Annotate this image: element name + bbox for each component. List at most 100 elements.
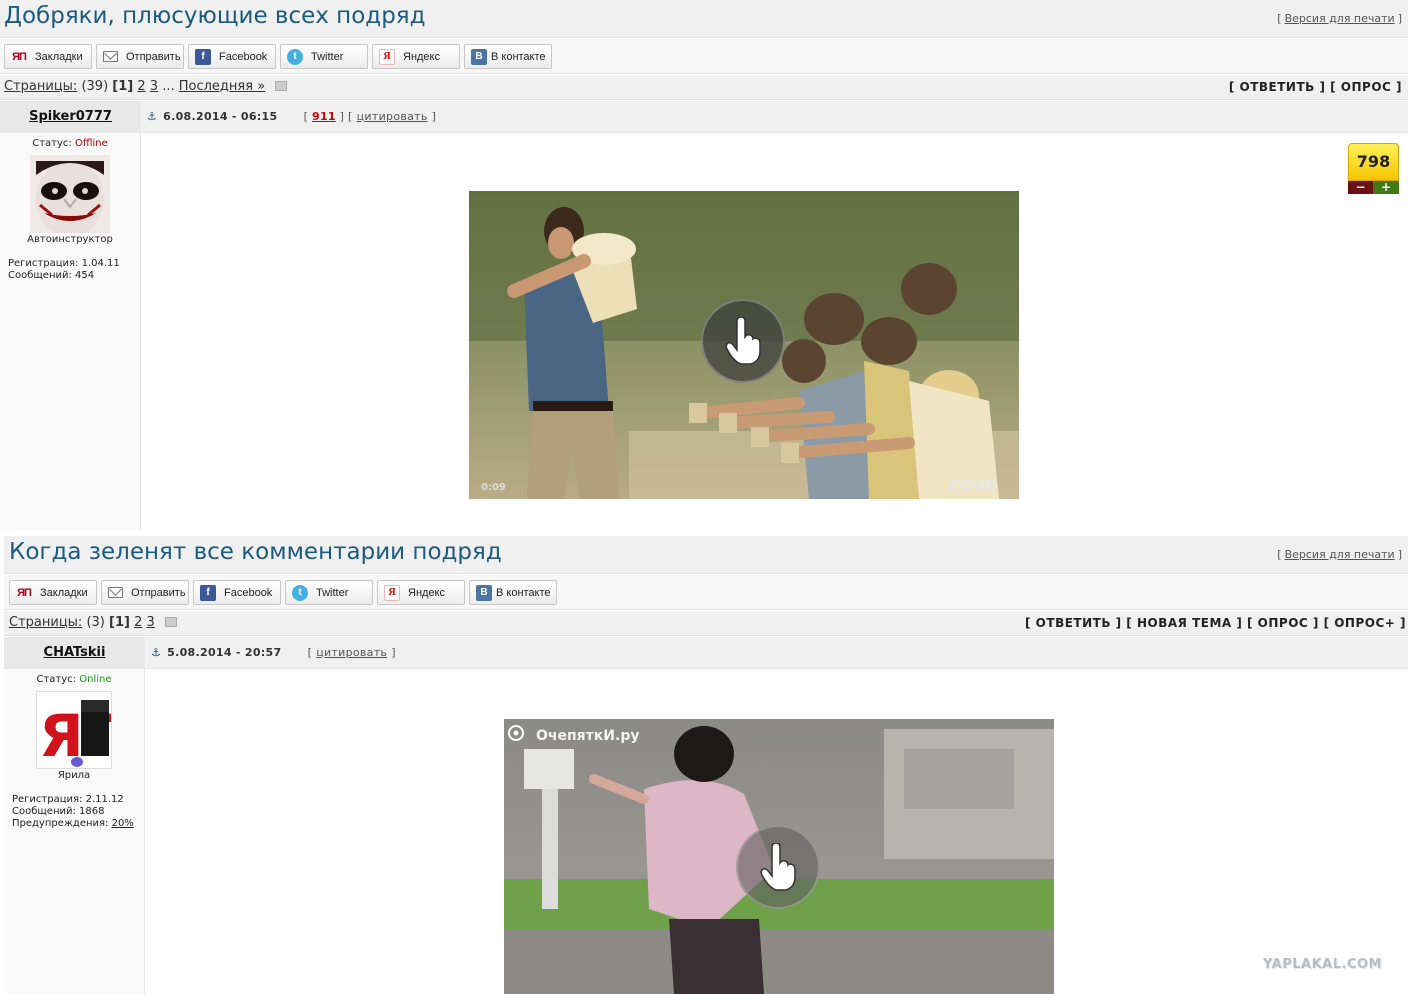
status-label: Статус: <box>36 674 77 685</box>
video-player-2[interactable]: ОчепяткИ.ру <box>504 719 1054 994</box>
author-messages: Сообщений: 1868 <box>12 806 105 817</box>
hand-pointer-icon <box>760 843 796 891</box>
share-label: Twitter <box>316 586 349 599</box>
share-label: Закладки <box>35 50 83 63</box>
topic-title: Когда зеленят все комментарии подряд <box>9 539 502 565</box>
print-version-label[interactable]: Версия для печати <box>1285 548 1395 561</box>
author-registration: Регистрация: 2.11.12 <box>12 794 124 805</box>
author-sidebar: Статус: Offline Автоинструктор Регистрац… <box>0 133 141 530</box>
author-name-link[interactable]: CHATskii <box>4 637 145 669</box>
play-button[interactable] <box>736 825 820 909</box>
share-vk-button[interactable]: B В контакте <box>469 580 557 605</box>
pages-label[interactable]: Страницы: <box>4 79 77 94</box>
quote-link[interactable]: цитировать <box>316 646 387 659</box>
post-links: [ 911 ] [цитировать] <box>303 110 437 123</box>
post-date: 5.08.2014 - 20:57 <box>167 646 282 659</box>
status-value: Offline <box>74 138 108 149</box>
page-current: [1] <box>112 79 134 94</box>
status-label: Статус: <box>32 138 72 149</box>
page-link-3[interactable]: 3 <box>150 79 158 94</box>
post-meta: ⚓ 6.08.2014 - 06:15 [ 911 ] [цитировать] <box>147 110 436 123</box>
post-date: 6.08.2014 - 06:15 <box>163 110 278 123</box>
avatar[interactable]: ЯП <box>36 691 112 769</box>
author-name-link[interactable]: Spiker0777 <box>0 101 141 133</box>
print-version-link[interactable]: [Версия для печати] <box>1277 548 1402 561</box>
post-meta: ⚓ 5.08.2014 - 20:57 [цитировать] <box>151 646 396 659</box>
mail-icon <box>108 587 123 598</box>
page-jump-icon[interactable] <box>275 81 288 91</box>
rating-plus-button[interactable]: + <box>1373 181 1399 194</box>
author-status: Статус: Online <box>4 674 144 685</box>
vk-icon: B <box>476 584 492 601</box>
hand-pointer-icon <box>725 317 761 365</box>
share-bookmarks-button[interactable]: ЯП Закладки <box>9 580 97 605</box>
pages-label[interactable]: Страницы: <box>9 615 82 630</box>
pagination-bar: Страницы: (39) [1] 2 3 ... Последняя » [… <box>0 75 1408 100</box>
share-twitter-button[interactable]: t Twitter <box>280 44 368 69</box>
page-link-3[interactable]: 3 <box>147 615 155 630</box>
share-label: В контакте <box>491 50 546 63</box>
topic-title-bar: Добряки, плюсующие всех подряд [Версия д… <box>0 0 1408 38</box>
author-warnings: Предупреждения: 20% <box>12 818 144 830</box>
post-links: [цитировать] <box>307 646 396 659</box>
topic-title-bar: Когда зеленят все комментарии подряд [Ве… <box>4 536 1408 574</box>
video-player-coub[interactable]: 0:09 COUB <box>469 191 1019 499</box>
share-label: Отправить <box>126 50 181 63</box>
share-vk-button[interactable]: B В контакте <box>464 44 552 69</box>
page-jump-icon[interactable] <box>164 617 177 627</box>
topic-block-2: Когда зеленят все комментарии подряд [Ве… <box>4 536 1408 994</box>
rating-value: 798 <box>1348 143 1399 181</box>
pages-count: (39) <box>81 79 109 94</box>
coub-logo: COUB <box>949 477 996 495</box>
rating-minus-button[interactable]: − <box>1348 181 1373 194</box>
post-header: CHATskii ⚓ 5.08.2014 - 20:57 [цитировать] <box>4 637 1408 669</box>
facebook-icon: f <box>200 584 216 601</box>
pagination: Страницы: (3) [1] 2 3 <box>9 615 177 630</box>
share-label: Отправить <box>131 586 186 599</box>
anchor-icon[interactable]: ⚓ <box>151 646 161 659</box>
facebook-icon: f <box>195 48 211 65</box>
video-time: 0:09 <box>481 482 506 493</box>
author-status: Статус: Offline <box>0 138 140 149</box>
site-watermark: YAPLAKAL.COM <box>1263 957 1382 972</box>
play-button[interactable] <box>701 299 785 383</box>
status-value: Online <box>79 674 112 685</box>
share-bookmarks-button[interactable]: ЯП Закладки <box>4 44 92 69</box>
author-stats: Регистрация: 2.11.12 Сообщений: 1868 Пре… <box>12 794 144 830</box>
topic-block-1: Добряки, плюсующие всех подряд [Версия д… <box>0 0 1408 530</box>
post-header: Spiker0777 ⚓ 6.08.2014 - 06:15 [ 911 ] [ц… <box>0 101 1408 133</box>
share-send-button[interactable]: Отправить <box>96 44 184 69</box>
author-sidebar: Статус: Online ЯП Ярила Регистрация: 2.1… <box>4 669 145 994</box>
share-facebook-button[interactable]: f Facebook <box>193 580 281 605</box>
topic-actions[interactable]: [ ОТВЕТИТЬ ] [ НОВАЯ ТЕМА ] [ ОПРОС ] [ … <box>1025 616 1406 630</box>
page-last-link[interactable]: Последняя » <box>179 79 265 94</box>
print-version-label[interactable]: Версия для печати <box>1285 12 1395 25</box>
share-label: Яндекс <box>408 586 445 599</box>
share-label: Закладки <box>40 586 88 599</box>
yp-icon: ЯП <box>12 50 27 63</box>
share-yandex-button[interactable]: Я Яндекс <box>377 580 465 605</box>
post-rating: 798 − + <box>1348 143 1399 197</box>
twitter-icon: t <box>292 584 308 601</box>
post-number-link[interactable]: 911 <box>312 110 336 123</box>
pagination-bar: Страницы: (3) [1] 2 3 [ ОТВЕТИТЬ ] [ НОВ… <box>4 611 1408 636</box>
print-version-link[interactable]: [Версия для печати] <box>1277 12 1402 25</box>
topic-actions[interactable]: [ ОТВЕТИТЬ ] [ ОПРОС ] <box>1229 80 1402 94</box>
share-label: В контакте <box>496 586 551 599</box>
share-twitter-button[interactable]: t Twitter <box>285 580 373 605</box>
pagination: Страницы: (39) [1] 2 3 ... Последняя » <box>4 79 288 94</box>
share-facebook-button[interactable]: f Facebook <box>188 44 276 69</box>
author-rank: Автоинструктор <box>27 234 113 245</box>
page-link-2[interactable]: 2 <box>134 615 142 630</box>
quote-link[interactable]: цитировать <box>357 110 428 123</box>
avatar[interactable] <box>30 155 110 233</box>
yp-icon: ЯП <box>17 586 32 599</box>
anchor-icon[interactable]: ⚓ <box>147 110 157 123</box>
mail-icon <box>103 51 118 62</box>
share-label: Facebook <box>224 586 273 599</box>
warnings-label: Предупреждения: <box>12 818 109 829</box>
share-yandex-button[interactable]: Я Яндекс <box>372 44 460 69</box>
warnings-value[interactable]: 20% <box>112 818 134 829</box>
share-send-button[interactable]: Отправить <box>101 580 189 605</box>
page-link-2[interactable]: 2 <box>137 79 145 94</box>
